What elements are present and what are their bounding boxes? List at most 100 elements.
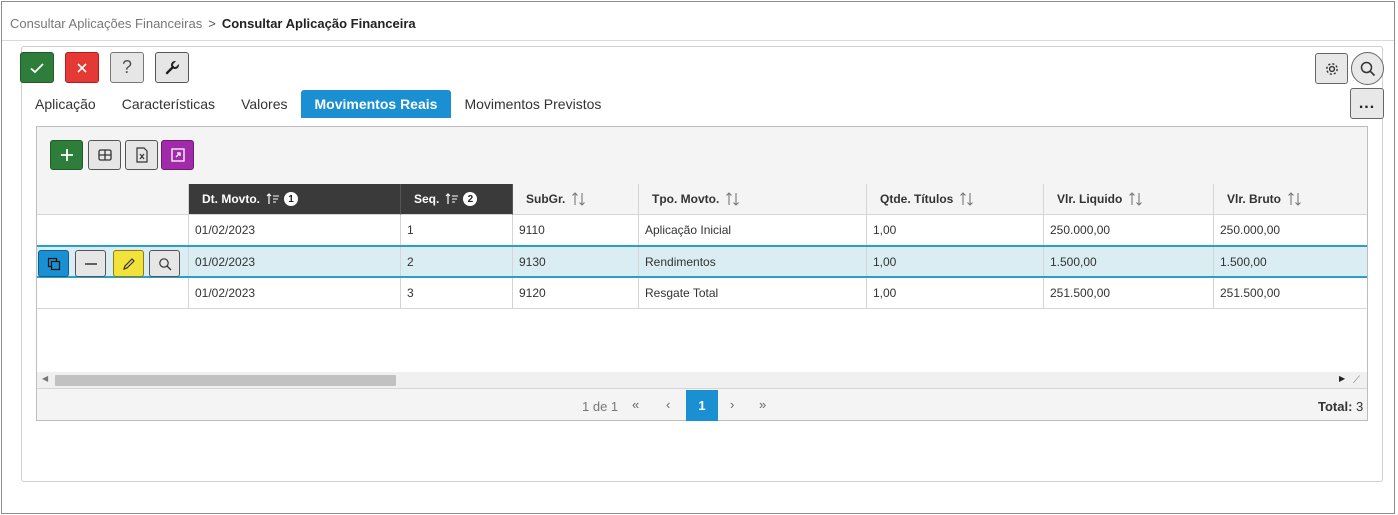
help-button[interactable]: ? bbox=[110, 52, 144, 83]
cell-subgr: 9130 bbox=[513, 247, 639, 276]
search-icon bbox=[158, 257, 171, 270]
search-icon bbox=[1360, 61, 1375, 76]
confirm-button[interactable] bbox=[20, 52, 54, 83]
table-row-selected[interactable]: 01/02/2023 2 9130 Rendimentos 1,00 1.500… bbox=[37, 245, 1367, 278]
cell-dt-movto: 01/02/2023 bbox=[189, 278, 401, 308]
header-label: Tpo. Movto. bbox=[652, 192, 720, 206]
cell-qtde-titulos: 1,00 bbox=[867, 215, 1044, 245]
row-actions-cell bbox=[37, 215, 189, 245]
sort-asc-icon bbox=[445, 193, 459, 205]
grid-layout-button[interactable] bbox=[88, 140, 121, 170]
expand-grid-button[interactable] bbox=[161, 140, 194, 170]
header-label: Qtde. Títulos bbox=[880, 192, 954, 206]
header-subgr[interactable]: SubGr. bbox=[513, 184, 639, 215]
add-record-button[interactable] bbox=[50, 140, 83, 170]
remove-row-button[interactable] bbox=[75, 250, 106, 277]
pencil-icon bbox=[122, 257, 135, 270]
sort-both-icon bbox=[725, 192, 741, 206]
sort-both-icon bbox=[1128, 192, 1144, 206]
scroll-right-icon[interactable]: ▶ bbox=[1339, 374, 1345, 383]
excel-file-icon bbox=[135, 147, 148, 163]
more-options-button[interactable]: ... bbox=[1350, 88, 1384, 119]
resize-handle-icon[interactable]: ⟋ bbox=[1353, 375, 1360, 386]
prev-page-button[interactable]: ‹ bbox=[666, 397, 670, 412]
tab-bar: Aplicação Características Valores Movime… bbox=[22, 90, 614, 118]
cell-vlr-liquido: 1.500,00 bbox=[1044, 247, 1214, 276]
app-window: Consultar Aplicações Financeiras > Consult… bbox=[1, 1, 1395, 514]
expand-icon bbox=[170, 148, 185, 162]
edit-row-button[interactable] bbox=[113, 250, 144, 277]
header-actions bbox=[37, 184, 189, 215]
header-seq[interactable]: Seq. 2 bbox=[401, 184, 513, 215]
table-row[interactable]: 01/02/2023 3 9120 Resgate Total 1,00 251… bbox=[37, 278, 1367, 309]
header-qtde-titulos[interactable]: Qtde. Títulos bbox=[867, 184, 1044, 215]
total-count: Total: 3 bbox=[1318, 399, 1363, 414]
export-excel-button[interactable] bbox=[125, 140, 158, 170]
tools-button[interactable] bbox=[155, 52, 189, 83]
first-page-button[interactable]: « bbox=[632, 397, 639, 412]
copy-row-button[interactable] bbox=[38, 250, 69, 277]
cell-seq: 1 bbox=[401, 215, 513, 245]
page-info: 1 de 1 bbox=[582, 399, 619, 414]
next-page-button[interactable]: › bbox=[730, 397, 734, 412]
cell-tpo-movto: Resgate Total bbox=[639, 278, 867, 308]
breadcrumb-parent[interactable]: Consultar Aplicações Financeiras bbox=[10, 16, 202, 31]
header-label: SubGr. bbox=[526, 192, 566, 206]
header-label: Vlr. Bruto bbox=[1227, 192, 1282, 206]
sort-both-icon bbox=[1287, 192, 1303, 206]
tab-valores[interactable]: Valores bbox=[228, 90, 300, 118]
breadcrumb-current: Consultar Aplicação Financeira bbox=[221, 16, 416, 31]
minus-icon bbox=[84, 262, 97, 265]
sort-asc-icon bbox=[266, 193, 280, 205]
search-button[interactable] bbox=[1351, 52, 1384, 85]
tab-aplicacao[interactable]: Aplicação bbox=[22, 90, 109, 118]
cell-vlr-liquido: 250.000,00 bbox=[1044, 215, 1214, 245]
scroll-left-icon[interactable]: ◀ bbox=[42, 374, 48, 383]
view-row-button[interactable] bbox=[149, 250, 180, 277]
header-dt-movto[interactable]: Dt. Movto. 1 bbox=[189, 184, 401, 215]
header-label: Vlr. Liquido bbox=[1057, 192, 1123, 206]
cell-qtde-titulos: 1,00 bbox=[867, 247, 1044, 276]
table-row[interactable]: 01/02/2023 1 9110 Aplicação Inicial 1,00… bbox=[37, 215, 1367, 246]
help-icon: ? bbox=[121, 57, 132, 77]
more-icon: ... bbox=[1358, 94, 1376, 112]
breadcrumb-separator: > bbox=[208, 16, 216, 31]
horizontal-scrollbar[interactable]: ◀ ▶ bbox=[37, 372, 1367, 388]
cell-subgr: 9110 bbox=[513, 215, 639, 245]
close-icon bbox=[77, 62, 87, 73]
cell-dt-movto: 01/02/2023 bbox=[189, 247, 401, 276]
cell-vlr-bruto: 1.500,00 bbox=[1220, 254, 1267, 269]
row-actions-cell bbox=[37, 247, 189, 277]
last-page-button[interactable]: » bbox=[759, 397, 766, 412]
pagination-bar: 1 de 1 « ‹ 1 › » Total: 3 bbox=[37, 388, 1367, 421]
cancel-button[interactable] bbox=[65, 52, 99, 83]
cell-dt-movto: 01/02/2023 bbox=[189, 215, 401, 245]
row-actions-cell bbox=[37, 278, 189, 308]
cell-tpo-movto: Rendimentos bbox=[639, 247, 867, 276]
tab-caracteristicas[interactable]: Características bbox=[109, 90, 228, 118]
scrollbar-thumb[interactable] bbox=[55, 375, 396, 386]
total-value: 3 bbox=[1356, 399, 1364, 414]
header-vlr-liquido[interactable]: Vlr. Liquido bbox=[1044, 184, 1214, 215]
gear-icon bbox=[1325, 62, 1338, 75]
current-page-button[interactable]: 1 bbox=[686, 390, 718, 421]
copy-icon bbox=[47, 257, 60, 270]
cell-subgr: 9120 bbox=[513, 278, 639, 308]
data-grid: Dt. Movto. 1 Seq. 2 SubGr. Tpo. Movto. Q… bbox=[37, 184, 1367, 374]
header-label: Dt. Movto. bbox=[202, 192, 260, 206]
grid-panel: Dt. Movto. 1 Seq. 2 SubGr. Tpo. Movto. Q… bbox=[36, 126, 1368, 421]
breadcrumb-divider bbox=[2, 40, 1394, 41]
header-tpo-movto[interactable]: Tpo. Movto. bbox=[639, 184, 867, 215]
cell-tpo-movto: Aplicação Inicial bbox=[639, 215, 867, 245]
cell-seq: 3 bbox=[401, 278, 513, 308]
sort-order-badge: 1 bbox=[284, 192, 298, 206]
wrench-icon bbox=[165, 59, 180, 74]
tab-movimentos-previstos[interactable]: Movimentos Previstos bbox=[451, 90, 614, 118]
tab-movimentos-reais[interactable]: Movimentos Reais bbox=[300, 90, 452, 118]
cell-vlr-liquido: 251.500,00 bbox=[1044, 278, 1214, 308]
table-icon bbox=[97, 149, 112, 161]
settings-button[interactable] bbox=[1315, 53, 1348, 84]
cell-vlr-bruto: 251.500,00 bbox=[1220, 286, 1281, 300]
total-label: Total: bbox=[1318, 399, 1353, 414]
header-vlr-bruto[interactable]: Vlr. Bruto bbox=[1214, 184, 1367, 215]
